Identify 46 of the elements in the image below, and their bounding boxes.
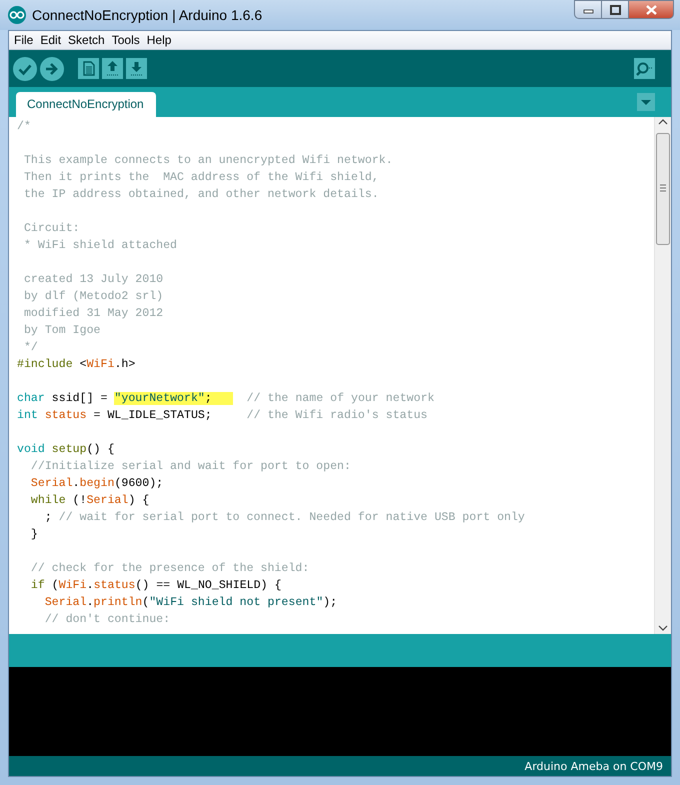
upload-button[interactable] (40, 56, 64, 80)
code-line: Then it prints the MAC address of the Wifi shield, (22, 170, 380, 186)
window-title: ConnectNoEncryption | Arduino 1.6.6 (32, 7, 262, 23)
code-line: Serial.begin(9600); (30, 476, 164, 492)
code-line: modified 31 May 2012 (22, 306, 164, 322)
code-line: by Tom Igoe (22, 323, 102, 339)
app-logo-icon (8, 6, 26, 24)
code-line: This example connects to an unencrypted Wifi network. (22, 153, 394, 169)
code-line: created 13 July 2010 (22, 272, 164, 288)
code-line: // don't continue: (44, 612, 172, 628)
board-port-status: Arduino Ameba on COM9 (524, 760, 663, 772)
code-line: // check for the presence of the shield: (30, 561, 310, 577)
code-line: #include <WiFi.h> (17, 357, 136, 373)
code-line: //Initialize serial and wait for port to open: (30, 459, 352, 475)
menu-item[interactable]: Sketch (65, 33, 109, 47)
open-button[interactable] (102, 58, 123, 79)
code-line: } (30, 527, 39, 543)
file-tab[interactable]: ConnectNoEncryption (16, 92, 156, 117)
code-line: char ssid[] = "yourNetwork"; // the name of your network (17, 391, 436, 407)
serial-monitor-button[interactable] (634, 58, 655, 79)
code-line: by dlf (Metodo2 srl) (22, 289, 164, 305)
code-line: int status = WL_IDLE_STATUS; // the Wifi radio's status (17, 408, 429, 424)
scrollbar-thumb[interactable] (656, 133, 670, 245)
code-line: ; // wait for serial port to connect. Needed for native USB port only (44, 510, 526, 526)
code-line: */ (22, 340, 39, 356)
code-line: Circuit: (22, 221, 81, 237)
save-button[interactable] (126, 58, 147, 79)
maximize-button[interactable] (601, 0, 628, 19)
menu-item[interactable]: Help (144, 33, 176, 47)
verify-button[interactable] (13, 56, 37, 80)
code-line: Serial.println("WiFi shield not present"); (44, 595, 338, 611)
code-line: * WiFi shield attached (22, 238, 178, 254)
code-line: while (!Serial) { (30, 493, 150, 509)
code-line: /* (17, 119, 32, 135)
code-line: the IP address obtained, and other network details. (22, 187, 380, 203)
close-button[interactable] (628, 0, 674, 19)
minimize-button[interactable] (574, 0, 601, 19)
menu-item[interactable]: Edit (37, 33, 66, 47)
code-line: if (WiFi.status() == WL_NO_SHIELD) { (30, 578, 282, 594)
menu-item[interactable]: Tools (108, 33, 144, 47)
maximize-icon (610, 4, 620, 14)
close-icon (646, 4, 656, 14)
code-line: void setup() { (17, 442, 116, 458)
menu-item[interactable]: File (11, 33, 38, 47)
tab-menu-button[interactable] (637, 93, 655, 111)
new-file-button[interactable] (78, 58, 99, 79)
